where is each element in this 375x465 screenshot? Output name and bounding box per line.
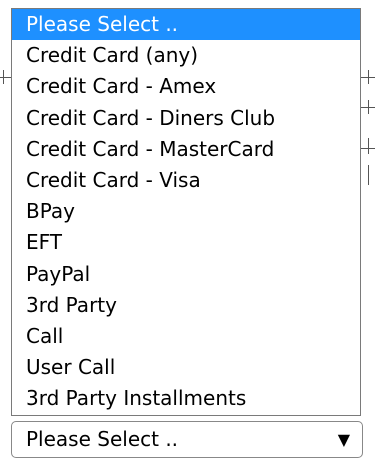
option-credit-card-amex[interactable]: Credit Card - Amex [12, 71, 360, 102]
payment-method-listbox[interactable]: Please Select .. Credit Card (any) Credi… [11, 8, 361, 416]
background-divider-left-tick [3, 70, 4, 84]
option-credit-card-mastercard[interactable]: Credit Card - MasterCard [12, 134, 360, 165]
option-3rd-party[interactable]: 3rd Party [12, 290, 360, 321]
background-divider-right-3-tick [368, 138, 369, 154]
option-credit-card-any[interactable]: Credit Card (any) [12, 40, 360, 71]
option-eft[interactable]: EFT [12, 227, 360, 258]
select-current-value: Please Select .. [26, 427, 179, 451]
background-divider-right-1-tick [368, 70, 369, 84]
option-user-call[interactable]: User Call [12, 352, 360, 383]
payment-method-select[interactable]: Please Select .. ▼ [11, 421, 363, 458]
option-call[interactable]: Call [12, 321, 360, 352]
background-divider-left [0, 77, 11, 78]
option-credit-card-visa[interactable]: Credit Card - Visa [12, 165, 360, 196]
background-divider-right-4-tick [368, 165, 369, 185]
option-paypal[interactable]: PayPal [12, 259, 360, 290]
background-divider-right-2-tick [368, 100, 369, 114]
option-credit-card-diners-club[interactable]: Credit Card - Diners Club [12, 103, 360, 134]
option-3rd-party-installments[interactable]: 3rd Party Installments [12, 383, 360, 414]
option-please-select[interactable]: Please Select .. [12, 9, 360, 41]
triangle-down-icon[interactable]: ▼ [338, 422, 350, 457]
payment-method-screen: Please Select .. Credit Card (any) Credi… [0, 0, 375, 465]
option-bpay[interactable]: BPay [12, 196, 360, 227]
